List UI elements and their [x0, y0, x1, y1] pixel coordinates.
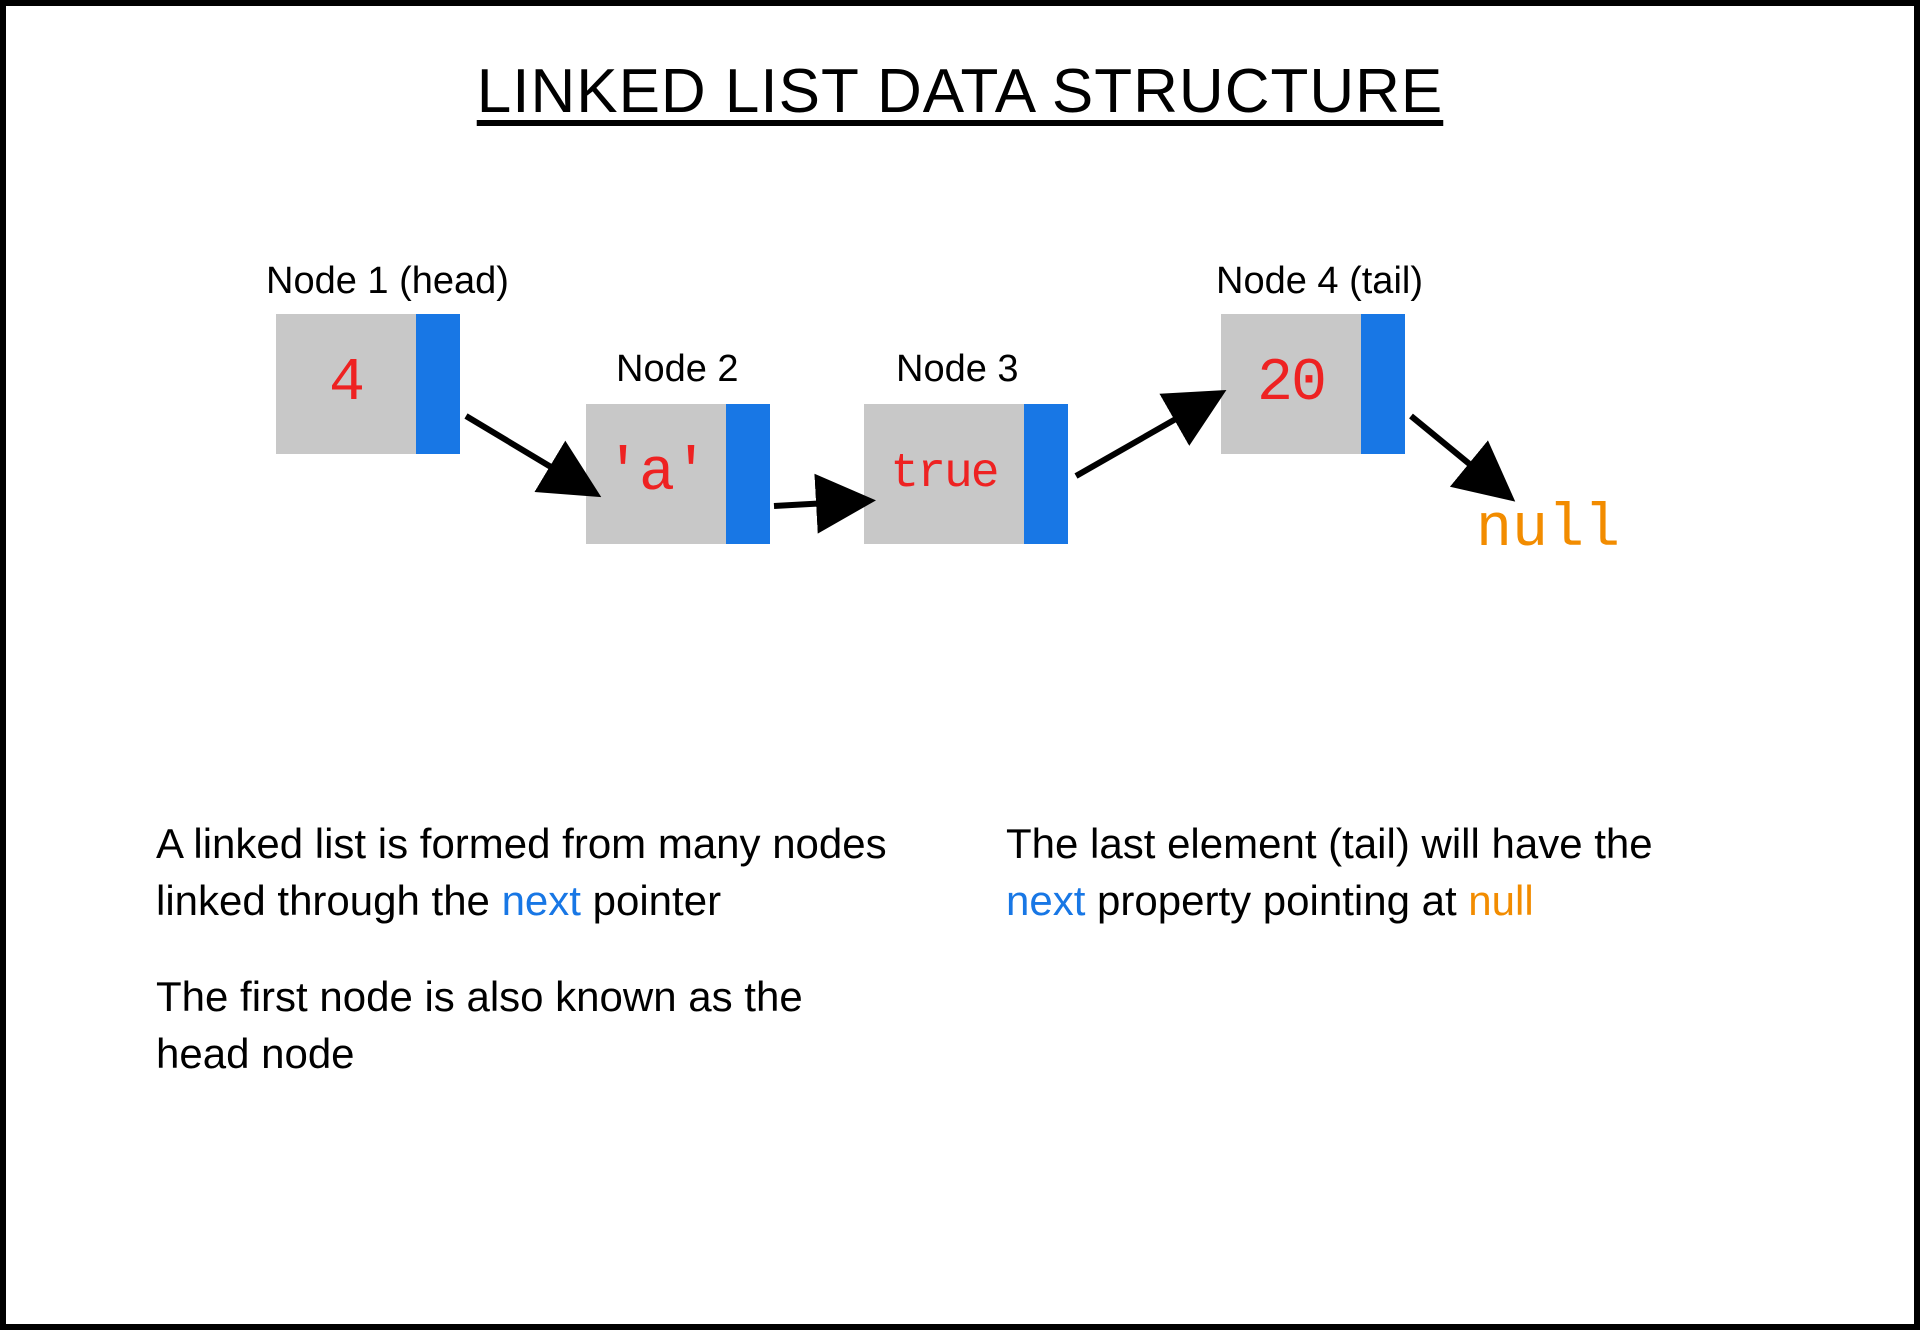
- node-2-pointer: [726, 404, 770, 544]
- node-3-data: true: [864, 404, 1024, 544]
- node-1: 4: [276, 314, 460, 454]
- node-label-1: Node 1 (head): [266, 260, 509, 303]
- node-2-data: 'a': [586, 404, 726, 544]
- null-keyword: null: [1468, 877, 1533, 924]
- node-3-pointer: [1024, 404, 1068, 544]
- node-4-data: 20: [1221, 314, 1361, 454]
- node-1-data: 4: [276, 314, 416, 454]
- node-label-4: Node 4 (tail): [1216, 260, 1423, 303]
- desc-text: property pointing at: [1085, 877, 1468, 924]
- desc-text: The last element (tail) will have the: [1006, 820, 1653, 867]
- description-right: The last element (tail) will have the ne…: [1006, 816, 1656, 969]
- page-title: LINKED LIST DATA STRUCTURE: [6, 56, 1914, 127]
- node-label-2: Node 2: [616, 348, 739, 391]
- desc-text: pointer: [581, 877, 721, 924]
- desc-right-p1: The last element (tail) will have the ne…: [1006, 816, 1656, 929]
- desc-left-p1: A linked list is formed from many nodes …: [156, 816, 906, 929]
- next-keyword: next: [502, 877, 581, 924]
- desc-left-p2: The first node is also known as the head…: [156, 969, 906, 1082]
- node-1-pointer: [416, 314, 460, 454]
- linked-list-diagram: Node 1 (head) 4 Node 2 'a' Node 3 true N…: [216, 246, 1716, 646]
- node-3: true: [864, 404, 1068, 544]
- node-2: 'a': [586, 404, 770, 544]
- null-terminal: null: [1476, 496, 1620, 564]
- diagram-frame: LINKED LIST DATA STRUCTURE Node 1 (head)…: [0, 0, 1920, 1330]
- next-keyword: next: [1006, 877, 1085, 924]
- node-4-pointer: [1361, 314, 1405, 454]
- node-label-3: Node 3: [896, 348, 1019, 391]
- description-left: A linked list is formed from many nodes …: [156, 816, 906, 1123]
- node-4: 20: [1221, 314, 1405, 454]
